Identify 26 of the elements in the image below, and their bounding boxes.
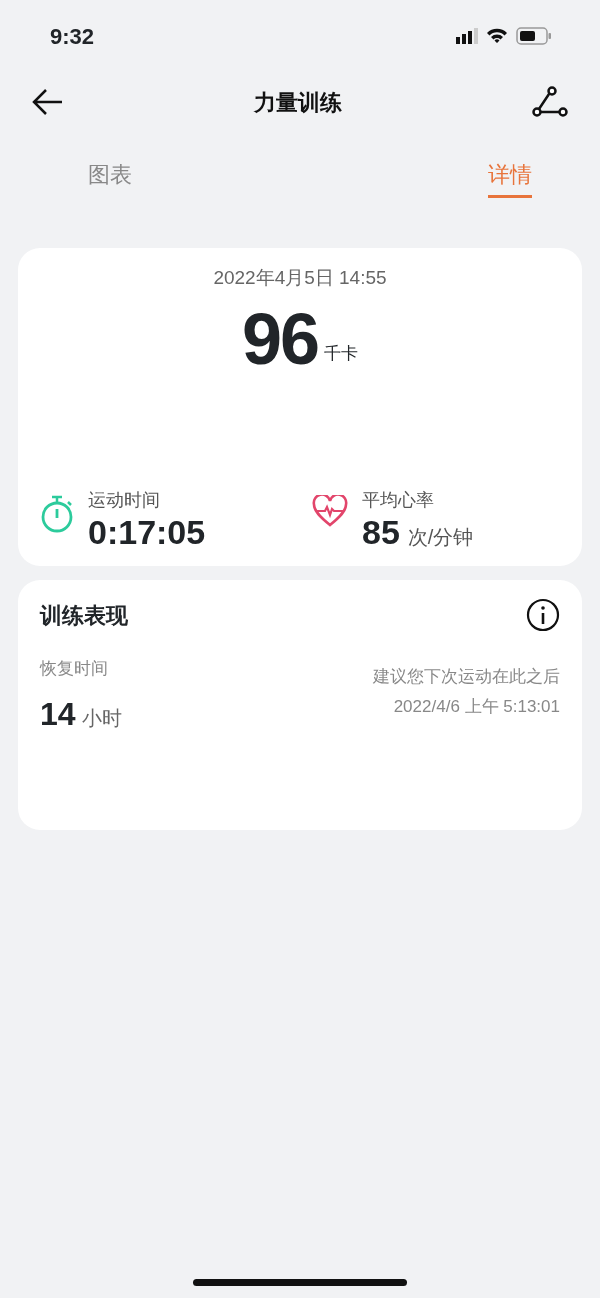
tab[interactable]: 图表 xyxy=(88,160,132,198)
workout-datetime: 2022年4月5日 14:55 xyxy=(212,266,388,290)
stopwatch-icon xyxy=(40,495,74,533)
stat-label: 平均心率 xyxy=(362,489,435,512)
recovery-unit: 小时 xyxy=(81,706,122,729)
tab[interactable]: 详情 xyxy=(488,160,532,198)
page-title: 力量训练 xyxy=(254,88,342,117)
calories-value: 96 xyxy=(241,302,319,375)
back-icon[interactable] xyxy=(32,88,64,116)
wifi-icon xyxy=(486,28,508,44)
status-time: 9:32 xyxy=(50,22,95,51)
stat-value: 85 xyxy=(362,513,400,551)
stat-value: 0:17:05 xyxy=(88,513,206,551)
route-icon[interactable] xyxy=(532,86,568,118)
recovery-label: 恢复时间 xyxy=(40,658,109,680)
battery-icon xyxy=(516,27,552,45)
section-title: 训练表现 xyxy=(40,601,128,630)
signal-icon xyxy=(456,28,478,44)
advice-time: 2022/4/6 上午 5:13:01 xyxy=(392,695,560,718)
stat-unit: 次/分钟 xyxy=(407,526,474,548)
advice-text: 建议您下次运动在此之后 xyxy=(373,666,560,688)
recovery-value: 14 xyxy=(40,695,76,732)
calories-unit: 千卡 xyxy=(324,343,359,365)
info-icon[interactable] xyxy=(526,598,560,632)
stat-label: 运动时间 xyxy=(88,489,161,512)
heart-rate-icon xyxy=(312,495,348,527)
